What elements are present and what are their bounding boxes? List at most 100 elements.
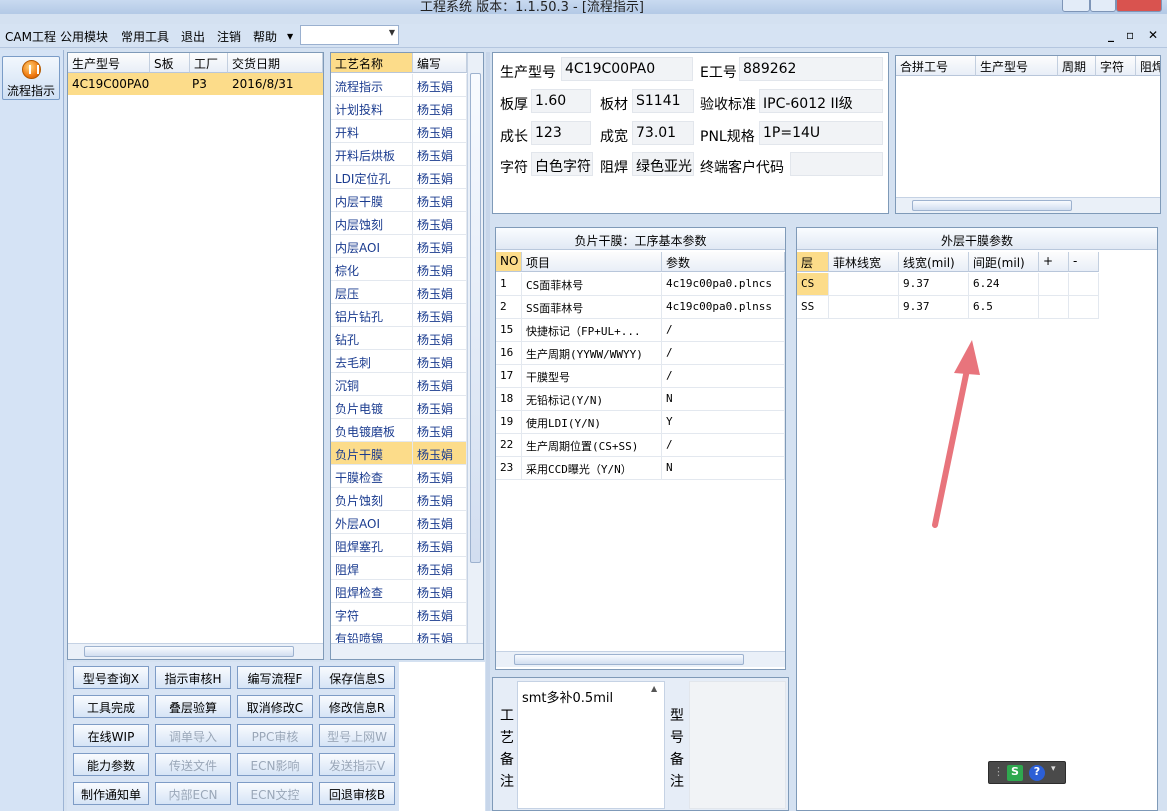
combine-hscroll[interactable] — [896, 197, 1160, 213]
menu-cam[interactable]: CAM工程 — [5, 28, 56, 45]
outer-blank-cell[interactable] — [1039, 273, 1069, 296]
param-item-cell[interactable]: 干膜型号 — [522, 365, 662, 388]
param-item-cell[interactable]: 无铅标记(Y/N) — [522, 388, 662, 411]
process-writer-cell[interactable]: 杨玉娟 — [413, 120, 467, 143]
process-name-cell[interactable]: 沉铜 — [331, 373, 413, 396]
menu-public-module[interactable]: 公用模块 — [60, 28, 108, 45]
process-writer-cell[interactable]: 杨玉娟 — [413, 304, 467, 327]
process-name-cell[interactable]: 钻孔 — [331, 327, 413, 350]
process-writer-cell[interactable]: 杨玉娟 — [413, 212, 467, 235]
action-button-2[interactable]: 指示审核H — [155, 666, 231, 689]
process-name-cell[interactable]: 阻焊 — [331, 557, 413, 580]
action-button-20[interactable]: 回退审核B — [319, 782, 395, 805]
length-field[interactable]: 123 — [531, 121, 591, 145]
process-writer-cell[interactable]: 杨玉娟 — [413, 465, 467, 488]
action-button-10[interactable]: 调单导入 — [155, 724, 231, 747]
process-name-cell[interactable]: 棕化 — [331, 258, 413, 281]
param-item-cell[interactable]: CS面菲林号 — [522, 273, 662, 296]
param-no-cell[interactable]: 18 — [496, 388, 522, 411]
mdi-restore-icon[interactable]: ▫ — [1126, 28, 1134, 42]
outer-header-line-width[interactable]: 线宽(mil) — [899, 252, 969, 272]
scroll-thumb[interactable] — [84, 646, 294, 657]
process-name-cell[interactable]: 字符 — [331, 603, 413, 626]
action-button-19[interactable]: ECN文控 — [237, 782, 313, 805]
outer-blank-cell[interactable] — [1069, 273, 1099, 296]
model-remark-text[interactable] — [689, 681, 786, 809]
menu-exit[interactable]: 退出 — [181, 28, 205, 45]
process-name-cell[interactable]: 负片蚀刻 — [331, 488, 413, 511]
action-button-9[interactable]: 在线WIP — [73, 724, 149, 747]
action-button-8[interactable]: 修改信息R — [319, 695, 395, 718]
param-no-cell[interactable]: 15 — [496, 319, 522, 342]
menu-combo[interactable]: ▼ — [300, 25, 399, 45]
process-writer-cell[interactable]: 杨玉娟 — [413, 419, 467, 442]
action-button-16[interactable]: 发送指示V — [319, 753, 395, 776]
process-writer-cell[interactable]: 杨玉娟 — [413, 350, 467, 373]
width-field[interactable]: 73.01 — [632, 121, 694, 145]
chevron-up-icon[interactable]: ▲ — [651, 684, 657, 693]
param-value-cell[interactable]: N — [662, 388, 785, 411]
outer-spacing-cell[interactable]: 6.24 — [969, 273, 1039, 296]
scroll-thumb[interactable] — [514, 654, 744, 665]
process-writer-cell[interactable]: 杨玉娟 — [413, 396, 467, 419]
process-header-writer[interactable]: 编写 — [413, 53, 467, 73]
process-writer-cell[interactable]: 杨玉娟 — [413, 143, 467, 166]
standard-field[interactable]: IPC-6012 II级 — [759, 89, 883, 113]
combine-header-char[interactable]: 字符 — [1096, 56, 1136, 76]
action-button-17[interactable]: 制作通知单 — [73, 782, 149, 805]
orders-header-date[interactable]: 交货日期 — [228, 53, 323, 73]
flow-indicator-button[interactable]: 流程指示 — [2, 56, 60, 100]
outer-header-film-width[interactable]: 菲林线宽 — [829, 252, 899, 272]
process-name-cell[interactable]: 铝片钻孔 — [331, 304, 413, 327]
process-name-cell[interactable]: 干膜检查 — [331, 465, 413, 488]
action-button-14[interactable]: 传送文件 — [155, 753, 231, 776]
process-name-cell[interactable]: 内层蚀刻 — [331, 212, 413, 235]
customer-field[interactable] — [790, 152, 883, 176]
param-no-cell[interactable]: 19 — [496, 411, 522, 434]
outer-spacing-cell[interactable]: 6.5 — [969, 296, 1039, 319]
menu-logout[interactable]: 注销 — [217, 28, 241, 45]
process-writer-cell[interactable]: 杨玉娟 — [413, 281, 467, 304]
param-item-cell[interactable]: 生产周期(YYWW/WWYY) — [522, 342, 662, 365]
action-button-7[interactable]: 取消修改C — [237, 695, 313, 718]
process-writer-cell[interactable]: 杨玉娟 — [413, 189, 467, 212]
s-app-icon[interactable]: S — [1007, 765, 1023, 781]
restore-button[interactable] — [1090, 0, 1116, 12]
outer-add-button[interactable]: + — [1039, 252, 1069, 272]
process-name-cell[interactable]: 负电镀磨板 — [331, 419, 413, 442]
process-writer-cell[interactable]: 杨玉娟 — [413, 74, 467, 97]
process-remark-text[interactable]: smt多补0.5mil — [517, 681, 665, 809]
combine-header-cycle[interactable]: 周期 — [1058, 56, 1096, 76]
process-name-cell[interactable]: 阻焊塞孔 — [331, 534, 413, 557]
process-header-name[interactable]: 工艺名称 — [331, 53, 413, 73]
param-no-cell[interactable]: 17 — [496, 365, 522, 388]
orders-header-sboard[interactable]: S板 — [150, 53, 190, 73]
param-item-cell[interactable]: 快捷标记（FP+UL+... — [522, 319, 662, 342]
process-name-cell[interactable]: 外层AOI — [331, 511, 413, 534]
splitter[interactable] — [486, 52, 490, 811]
process-writer-cell[interactable]: 杨玉娟 — [413, 166, 467, 189]
param-value-cell[interactable]: 4c19c00pa0.plncs — [662, 273, 785, 296]
process-writer-cell[interactable]: 杨玉娟 — [413, 488, 467, 511]
param-no-cell[interactable]: 22 — [496, 434, 522, 457]
action-button-15[interactable]: ECN影响 — [237, 753, 313, 776]
process-writer-cell[interactable]: 杨玉娟 — [413, 534, 467, 557]
combine-header-model[interactable]: 生产型号 — [976, 56, 1058, 76]
e-number-field[interactable]: 889262 — [739, 57, 883, 81]
process-writer-cell[interactable]: 杨玉娟 — [413, 511, 467, 534]
params-header-item[interactable]: 项目 — [522, 252, 662, 272]
outer-layer-cell[interactable]: CS — [797, 273, 829, 296]
param-value-cell[interactable]: Y — [662, 411, 785, 434]
outer-film-cell[interactable] — [829, 273, 899, 296]
scroll-thumb[interactable] — [912, 200, 1072, 211]
param-no-cell[interactable]: 1 — [496, 273, 522, 296]
process-name-cell[interactable]: LDI定位孔 — [331, 166, 413, 189]
minimize-button[interactable] — [1062, 0, 1090, 12]
chevron-down-icon[interactable]: ▾ — [1051, 764, 1056, 774]
param-item-cell[interactable]: 采用CCD曝光（Y/N） — [522, 457, 662, 480]
params-hscroll[interactable] — [496, 651, 785, 667]
param-no-cell[interactable]: 23 — [496, 457, 522, 480]
process-writer-cell[interactable]: 杨玉娟 — [413, 603, 467, 626]
process-name-cell[interactable]: 内层AOI — [331, 235, 413, 258]
param-value-cell[interactable]: / — [662, 319, 785, 342]
